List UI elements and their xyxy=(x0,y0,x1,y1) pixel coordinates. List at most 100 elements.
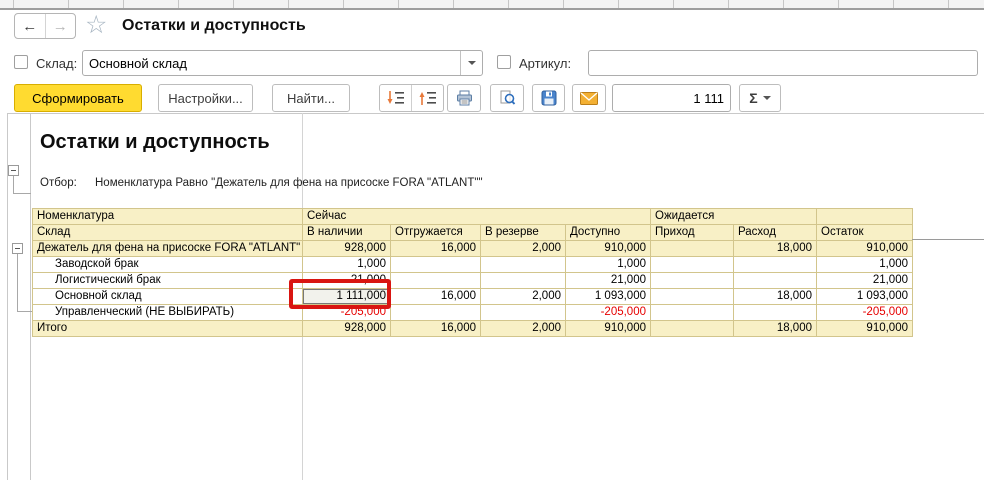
chevron-down-icon xyxy=(468,61,476,65)
row-0-cell-4[interactable] xyxy=(651,241,734,257)
header-cell-1[interactable]: В наличии xyxy=(303,225,391,241)
row-5-cell-5[interactable]: 18,000 xyxy=(734,321,817,337)
forward-button[interactable]: → xyxy=(45,14,76,38)
mail-icon xyxy=(580,92,598,105)
row-4-cell-6[interactable]: -205,000 xyxy=(817,305,913,321)
row-2-cell-4[interactable] xyxy=(651,273,734,289)
report-filter-label: Отбор: xyxy=(40,177,77,189)
header-nomenclature[interactable]: Номенклатура xyxy=(33,209,303,225)
favorite-star-icon[interactable]: ☆ xyxy=(85,11,107,39)
row-3-cell-5[interactable]: 18,000 xyxy=(734,289,817,305)
row-4-cell-4[interactable] xyxy=(651,305,734,321)
header-group-expected[interactable]: Ожидается xyxy=(651,209,817,225)
report-filter-value: Номенклатура Равно "Дежатель для фена на… xyxy=(95,177,483,189)
row-group-expander[interactable] xyxy=(12,243,23,254)
row-5-cell-3[interactable]: 910,000 xyxy=(566,321,651,337)
artikul-checkbox[interactable] xyxy=(497,55,511,69)
row-1-cell-1[interactable] xyxy=(391,257,481,273)
row-3-cell-3[interactable]: 1 093,000 xyxy=(566,289,651,305)
row-3-cell-2[interactable]: 2,000 xyxy=(481,289,566,305)
row-2-name[interactable]: Логистический брак xyxy=(33,273,303,289)
row-4-cell-2[interactable] xyxy=(481,305,566,321)
row-4-name[interactable]: Управленческий (НЕ ВЫБИРАТЬ) xyxy=(33,305,303,321)
settings-button[interactable]: Настройки... xyxy=(158,84,253,112)
header-cell-5[interactable]: Приход xyxy=(651,225,734,241)
print-preview-button[interactable] xyxy=(490,84,524,112)
save-icon xyxy=(541,90,557,106)
collapse-groups-button[interactable] xyxy=(411,85,443,111)
row-1-cell-5[interactable] xyxy=(734,257,817,273)
quick-sum-field[interactable] xyxy=(612,84,731,112)
sklad-dropdown-button[interactable] xyxy=(460,51,482,75)
column-tick xyxy=(13,0,14,8)
row-5-name[interactable]: Итого xyxy=(33,321,303,337)
find-button[interactable]: Найти... xyxy=(272,84,350,112)
header-cell-6[interactable]: Расход xyxy=(734,225,817,241)
mail-button[interactable] xyxy=(572,84,606,112)
column-tick xyxy=(893,0,894,8)
column-tick xyxy=(343,0,344,8)
forward-arrow-icon: → xyxy=(53,18,68,35)
row-0-cell-0[interactable]: 928,000 xyxy=(303,241,391,257)
header-cell-7[interactable]: Остаток xyxy=(817,225,913,241)
row-2-cell-1[interactable] xyxy=(391,273,481,289)
report-margin-border xyxy=(30,113,31,480)
generate-button[interactable]: Сформировать xyxy=(14,84,142,112)
row-4-cell-3[interactable]: -205,000 xyxy=(566,305,651,321)
row-3-cell-6[interactable]: 1 093,000 xyxy=(817,289,913,305)
row-1-cell-4[interactable] xyxy=(651,257,734,273)
row-0-cell-1[interactable]: 16,000 xyxy=(391,241,481,257)
print-icon xyxy=(456,90,473,106)
collapse-groups-icon xyxy=(419,90,437,106)
save-button[interactable] xyxy=(532,84,565,112)
row-3-cell-4[interactable] xyxy=(651,289,734,305)
row-2-cell-3[interactable]: 21,000 xyxy=(566,273,651,289)
group-connector-line xyxy=(13,193,31,194)
header-cell-4[interactable]: Доступно xyxy=(566,225,651,241)
artikul-input[interactable] xyxy=(588,50,978,76)
row-2-cell-6[interactable]: 21,000 xyxy=(817,273,913,289)
row-5-cell-6[interactable]: 910,000 xyxy=(817,321,913,337)
row-5-cell-4[interactable] xyxy=(651,321,734,337)
report-group-expander[interactable] xyxy=(8,165,19,176)
row-3-name[interactable]: Основной склад xyxy=(33,289,303,305)
column-tick xyxy=(673,0,674,8)
sigma-button[interactable]: Σ xyxy=(739,84,781,112)
row-0-cell-2[interactable]: 2,000 xyxy=(481,241,566,257)
row-2-cell-2[interactable] xyxy=(481,273,566,289)
row-1-cell-6[interactable]: 1,000 xyxy=(817,257,913,273)
back-button[interactable]: ← xyxy=(15,14,45,38)
row-2-cell-5[interactable] xyxy=(734,273,817,289)
column-tick xyxy=(453,0,454,8)
app-window: ← → ☆ Остатки и доступность Склад: Артик… xyxy=(0,0,984,480)
row-1-cell-2[interactable] xyxy=(481,257,566,273)
header-group-spacer[interactable] xyxy=(817,209,913,225)
grouping-button-pair xyxy=(379,84,444,112)
row-5-cell-0[interactable]: 928,000 xyxy=(303,321,391,337)
sklad-input[interactable] xyxy=(83,51,460,75)
column-tick xyxy=(233,0,234,8)
print-button[interactable] xyxy=(447,84,481,112)
row-0-cell-5[interactable]: 18,000 xyxy=(734,241,817,257)
row-5-cell-1[interactable]: 16,000 xyxy=(391,321,481,337)
row-4-cell-1[interactable] xyxy=(391,305,481,321)
sklad-label: Склад: xyxy=(36,56,77,71)
header-group-now[interactable]: Сейчас xyxy=(303,209,651,225)
header-cell-0[interactable]: Склад xyxy=(33,225,303,241)
row-1-name[interactable]: Заводской брак xyxy=(33,257,303,273)
row-0-cell-3[interactable]: 910,000 xyxy=(566,241,651,257)
highlight-rectangle xyxy=(289,279,391,309)
row-0-cell-6[interactable]: 910,000 xyxy=(817,241,913,257)
row-3-cell-1[interactable]: 16,000 xyxy=(391,289,481,305)
header-cell-3[interactable]: В резерве xyxy=(481,225,566,241)
row-1-cell-3[interactable]: 1,000 xyxy=(566,257,651,273)
print-preview-icon xyxy=(499,90,516,106)
row-1-cell-0[interactable]: 1,000 xyxy=(303,257,391,273)
column-tick xyxy=(288,0,289,8)
row-5-cell-2[interactable]: 2,000 xyxy=(481,321,566,337)
expand-groups-button[interactable] xyxy=(380,85,411,111)
row-4-cell-5[interactable] xyxy=(734,305,817,321)
header-cell-2[interactable]: Отгружается xyxy=(391,225,481,241)
row-0-name[interactable]: Дежатель для фена на присоске FORA "ATLA… xyxy=(33,241,303,257)
sklad-checkbox[interactable] xyxy=(14,55,28,69)
